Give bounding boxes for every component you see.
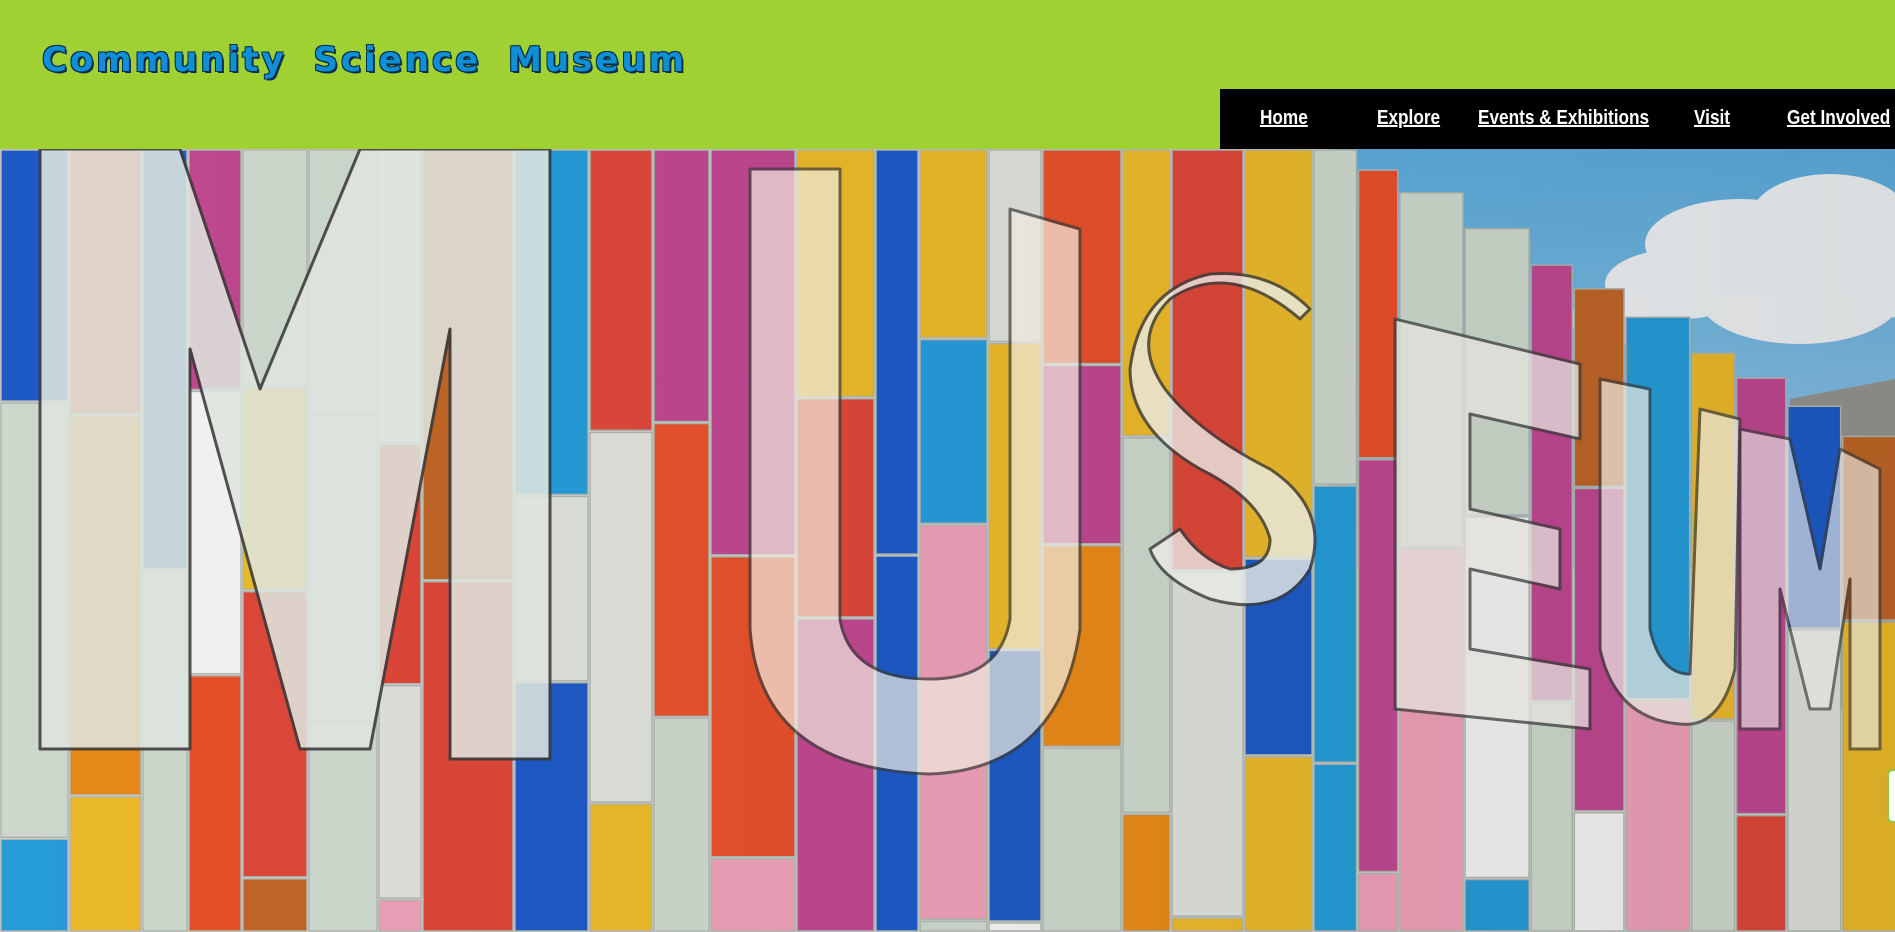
- hero-image: [0, 149, 1895, 932]
- main-nav: Home Explore Events & Exhibitions Visit …: [1220, 89, 1895, 149]
- page: Community Science Museum Home Explore Ev…: [0, 0, 1895, 932]
- museum-facade-image: [0, 149, 1895, 932]
- site-title[interactable]: Community Science Museum: [42, 40, 687, 80]
- side-tab-handle[interactable]: [1887, 769, 1895, 823]
- nav-link-visit[interactable]: Visit: [1694, 107, 1730, 130]
- nav-link-home[interactable]: Home: [1260, 107, 1308, 130]
- nav-link-get-involved[interactable]: Get Involved: [1787, 107, 1890, 130]
- nav-link-events-exhibitions[interactable]: Events & Exhibitions: [1478, 107, 1649, 130]
- nav-link-explore[interactable]: Explore: [1377, 107, 1440, 130]
- site-header: Community Science Museum Home Explore Ev…: [0, 0, 1895, 149]
